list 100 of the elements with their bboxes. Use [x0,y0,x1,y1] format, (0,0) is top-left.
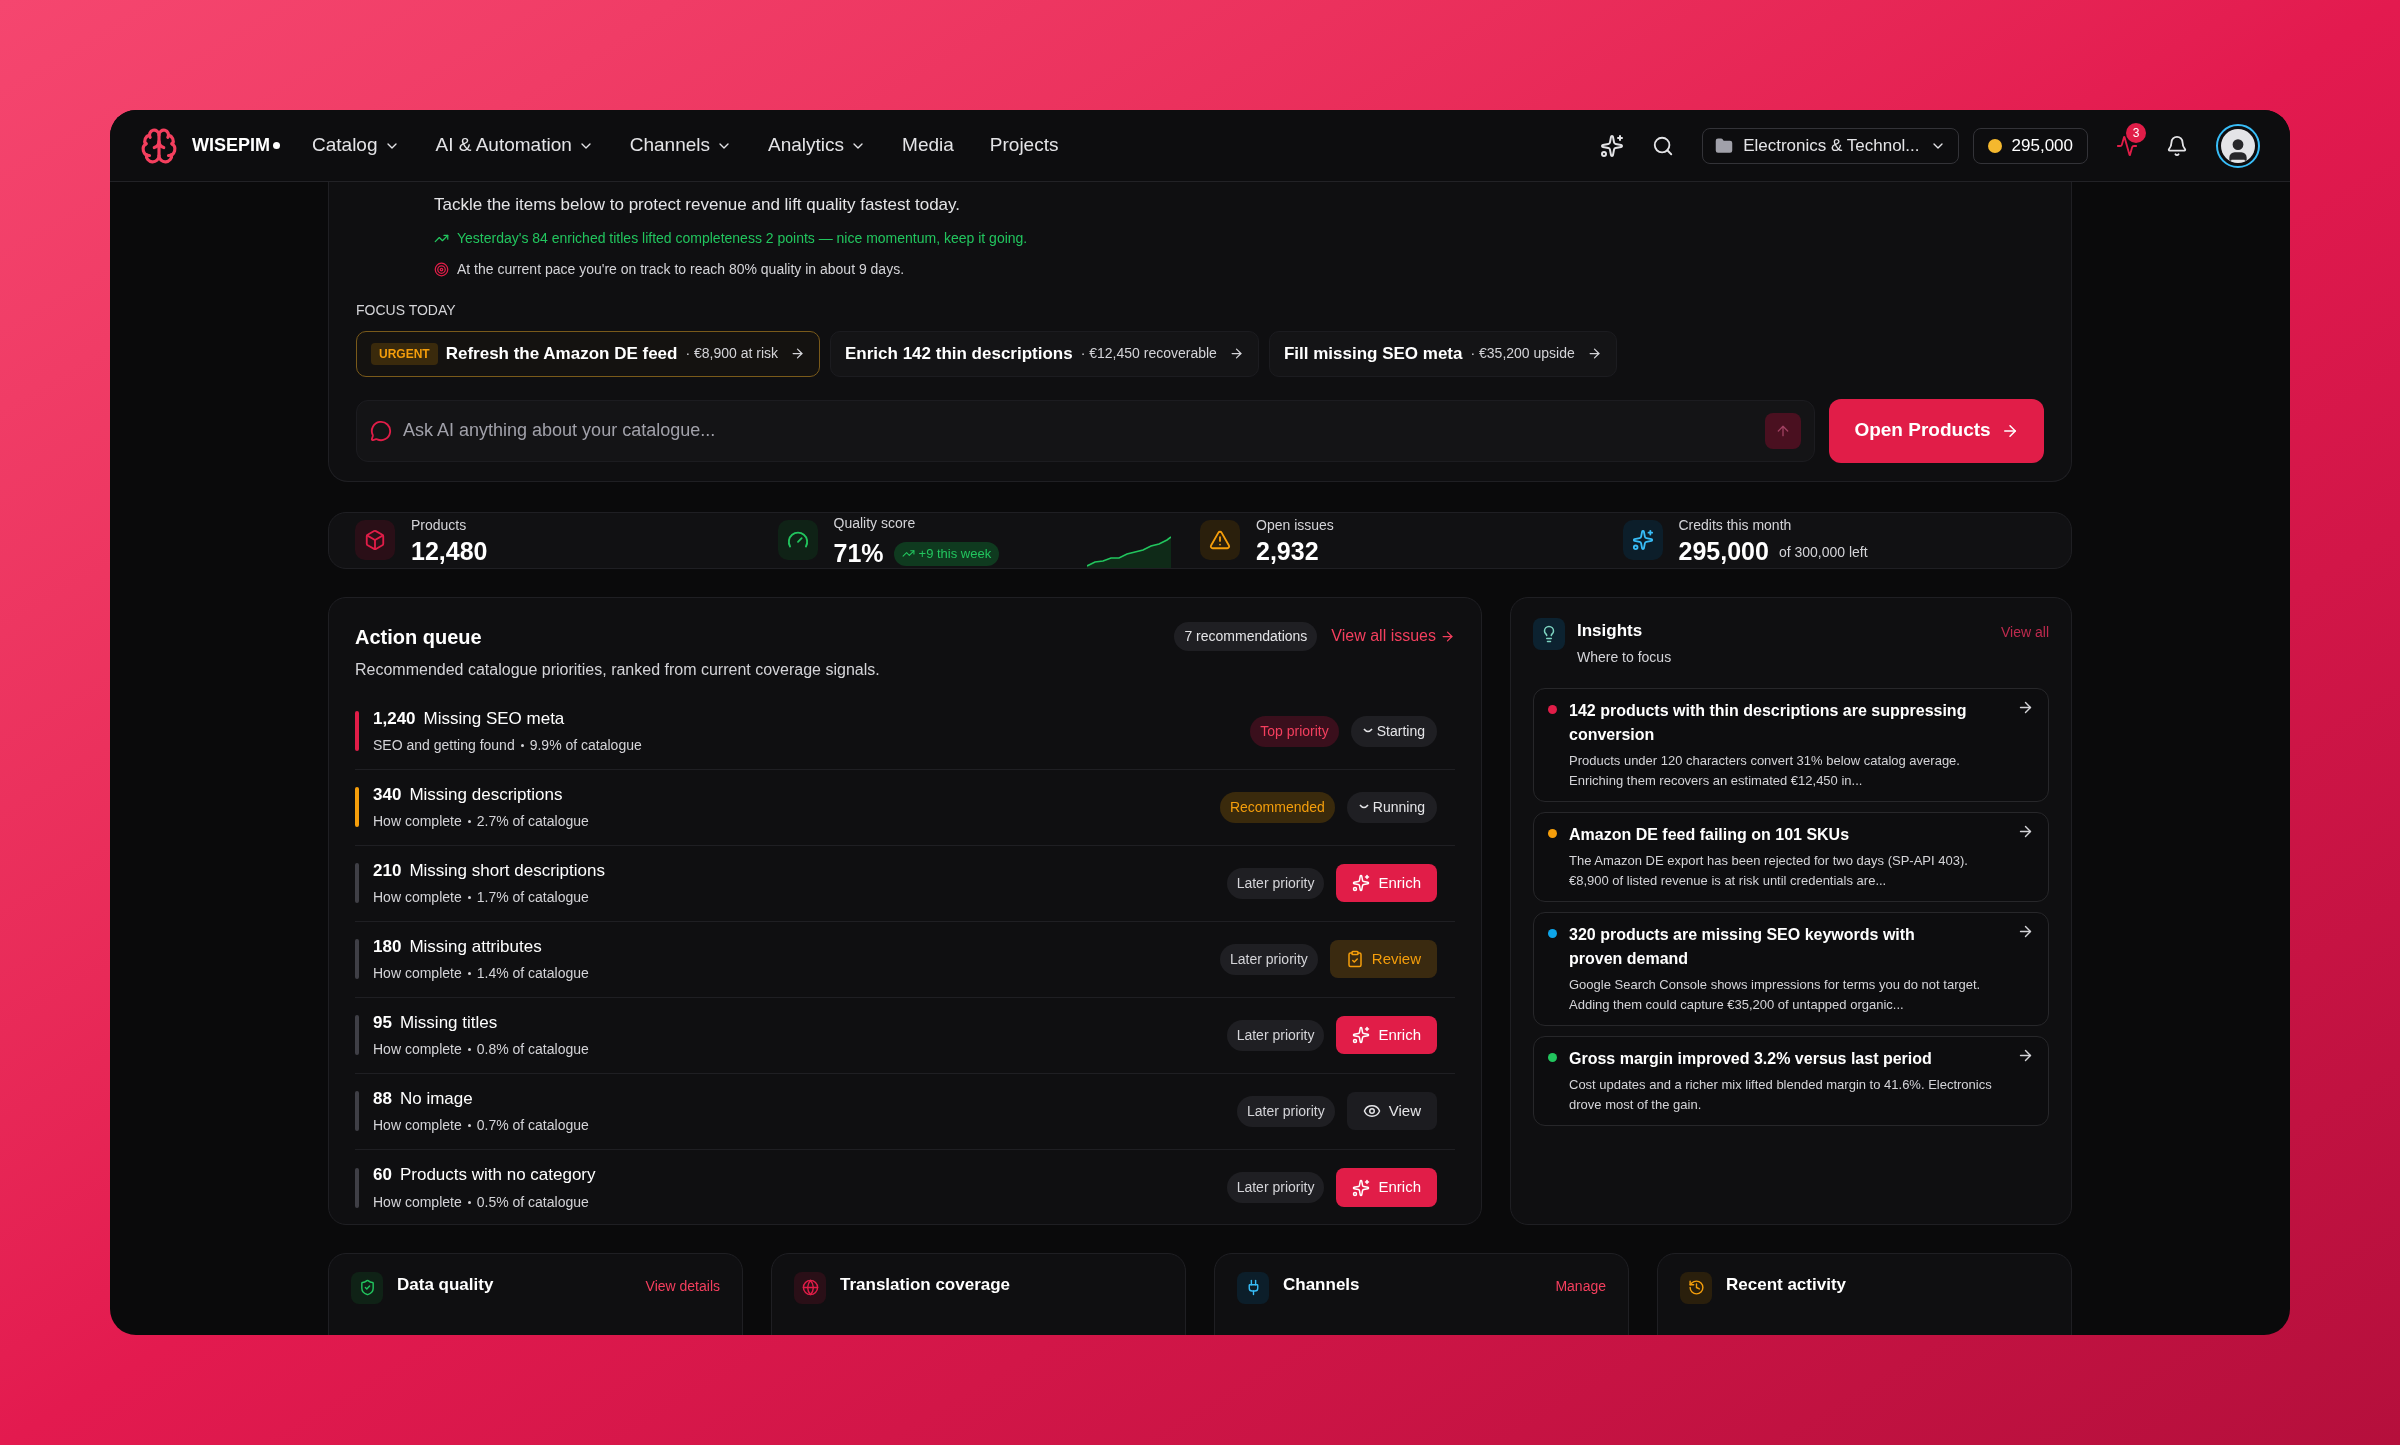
panel-title: Insights [1577,619,1644,642]
priority-badge: Later priority [1226,1172,1325,1203]
card-link[interactable]: View details [645,1275,720,1297]
nav-menu[interactable]: Analytics [768,131,867,160]
focus-detail: · €8,900 at risk [685,344,779,363]
issue-title: Missing short descriptions [409,859,605,882]
issue-share: 0.8% of catalogue [476,1040,589,1060]
card-link[interactable]: Manage [1555,1275,1606,1297]
insight-card[interactable]: Amazon DE feed failing on 101 SKUs The Amazon DE export has been rejected for two days (SP-API 403). €8,900 of listed revenue is at risk until credentials are... [1533,812,2049,902]
notification-badge: 3 [2126,122,2146,143]
stat-value: 71% [833,537,884,568]
arrow-right-icon[interactable] [2017,823,2034,840]
priority-badge: Later priority [1226,867,1325,899]
panel-title: Action queue [355,624,483,650]
cube-icon [364,529,386,551]
view-button[interactable]: View [1346,1091,1437,1131]
stat-label: Credits this month [1678,515,1793,535]
issue-area: SEO and getting found [373,735,515,757]
workspace-select[interactable]: Electronics & Technol... [1702,127,1959,164]
stat-label: Open issues [1256,515,1334,535]
folder-icon [1715,136,1734,155]
nav-menu[interactable]: Projects [989,131,1059,160]
enrich-button[interactable]: Enrich [1336,863,1437,903]
insight-title: 320 products are missing SEO keywords with proven demand [1569,925,1916,969]
queue-row[interactable]: 210 Missing short descriptions How complete 1.7% of catalogue Later priority Enrich [355,845,1455,922]
nav-menu[interactable]: Channels [629,131,733,160]
sparkles-icon[interactable] [1600,133,1625,158]
queue-row[interactable]: 1,240 Missing SEO meta SEO and getting found 9.9% of catalogue Top priority Starting [355,693,1455,770]
pace-text: At the current pace you're on track to reach 80% quality in about 9 days. [457,259,905,279]
issue-title: Missing SEO meta [423,707,565,730]
issue-area: How complete [373,963,462,985]
enrich-button[interactable]: Enrich [1336,1168,1437,1207]
focus-title: Refresh the Amazon DE feed [445,342,678,365]
issue-count: 1,240 [373,707,416,730]
eye-icon [1362,1102,1381,1120]
enrich-button[interactable]: Enrich [1336,1015,1437,1055]
focus-chip[interactable]: URGENT Refresh the Amazon DE feed · €8,900 at risk [356,330,821,377]
priority-badge: Later priority [1236,1095,1335,1127]
stat-value: 12,480 [411,535,488,566]
open-products-button[interactable]: Open Products [1829,398,2044,463]
insight-body: Products under 120 characters convert 31% below catalog average. Enriching them recovers an estimated €12,450 in... [1569,752,1961,790]
credits-pill: 295,000 [1972,127,2088,164]
arrow-right-icon[interactable] [2017,923,2034,940]
issue-title: No image [399,1087,473,1110]
stat-label: Quality score [833,513,917,533]
insight-card[interactable]: 320 products are missing SEO keywords with proven demand Google Search Console shows impressions for terms you do not target. Adding them could capture €35,200 of untapped organic... [1533,912,2049,1026]
focus-detail: · €12,450 recoverable [1080,344,1217,363]
issue-title: Missing titles [399,1011,498,1034]
status-pill: Starting [1350,715,1437,747]
search-icon[interactable] [1652,134,1675,157]
issue-area: How complete [373,1039,462,1061]
insight-card[interactable]: Gross margin improved 3.2% versus last period Cost updates and a richer mix lifted blended margin to 41.6%. Electronics drove most of the gain. [1533,1036,2049,1126]
panel-subtitle: Recommended catalogue priorities, ranked from current coverage signals. [355,659,880,680]
issue-count: 340 [373,783,402,806]
issue-count: 210 [373,859,402,882]
target-icon [434,261,449,277]
focus-chip[interactable]: Enrich 142 thin descriptions · €12,450 recoverable [830,330,1259,377]
shield-icon [358,1279,376,1296]
insight-body: Google Search Console shows impressions for terms you do not target. Adding them could capture €35,200 of untapped organic... [1569,976,1982,1014]
nav-menu[interactable]: AI & Automation [435,131,594,160]
recommendations-count: 7 recommendations [1174,621,1318,651]
queue-row[interactable]: 60 Products with no category How complete 0.5% of catalogue Later priority Enrich [355,1149,1455,1226]
card-title: Data quality [397,1273,494,1296]
focus-chip[interactable]: Fill missing SEO meta · €35,200 upside [1268,330,1617,377]
arrow-right-icon[interactable] [2017,1047,2034,1064]
priority-badge: Later priority [1220,943,1318,975]
issue-share: 0.5% of catalogue [476,1192,589,1212]
card-title: Channels [1283,1273,1360,1296]
arrow-right-icon [790,346,806,361]
review-button[interactable]: Review [1329,939,1437,979]
coin-icon [1987,138,2002,153]
queue-row[interactable]: 95 Missing titles How complete 0.8% of catalogue Later priority Enrich [355,997,1455,1074]
bell-icon[interactable] [2166,134,2188,157]
insight-card[interactable]: 142 products with thin descriptions are suppressing conversion Products under 120 characters convert 31% below catalog average. Enriching them recovers an estimated €12,450 in... [1533,688,2049,802]
spinner-icon [1358,804,1369,810]
ask-ai-field[interactable]: Ask AI anything about your catalogue... [356,399,1815,462]
sparkles-icon [1352,1026,1371,1044]
issue-share: 2.7% of catalogue [476,812,589,832]
issue-share: 1.4% of catalogue [476,964,589,984]
sparkles-icon [1631,529,1654,551]
queue-row[interactable]: 340 Missing descriptions How complete 2.7% of catalogue Recommended Running [355,769,1455,846]
avatar[interactable] [2216,123,2260,168]
hero-lead: Tackle the items below to protect revenue and lift quality fastest today. [434,194,962,216]
issue-title: Missing attributes [409,935,542,958]
nav-menu[interactable]: Catalog [312,131,400,160]
urgent-tag: URGENT [371,342,438,365]
stat-label: Products [411,515,468,535]
sparkles-icon [1352,1178,1371,1197]
queue-row[interactable]: 88 No image How complete 0.7% of catalogue Later priority View [355,1073,1455,1150]
queue-row[interactable]: 180 Missing attributes How complete 1.4% of catalogue Later priority Review [355,921,1455,998]
priority-badge: Recommended [1219,791,1335,823]
arrow-right-icon[interactable] [2017,699,2034,716]
arrow-right-icon [1228,346,1244,361]
sparkles-icon [1352,874,1371,892]
focus-title: Fill missing SEO meta [1283,342,1463,365]
nav-menu[interactable]: Media [902,131,954,160]
issue-share: 1.7% of catalogue [476,888,589,908]
brain-logo-icon [140,126,178,165]
view-all-issues-link[interactable]: View all issues [1331,624,1455,648]
card-title: Translation coverage [840,1273,1011,1296]
